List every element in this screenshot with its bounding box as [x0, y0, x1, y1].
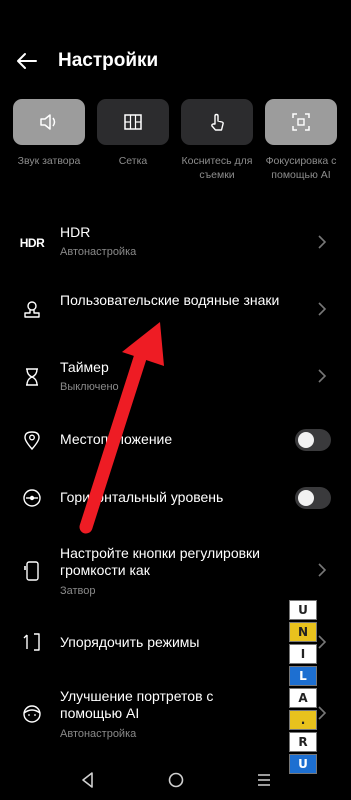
focus-icon [292, 113, 310, 131]
quick-actions: Звук затвора Сетка Коснитесь для съемки … [0, 99, 351, 189]
sort-modes-title: Упорядочить режимы [60, 634, 200, 650]
quick-ai-focus[interactable]: Фокусировка с помощью AI [265, 99, 337, 182]
volume-keys-title: Настройте кнопки регулировки громкости к… [60, 545, 261, 578]
watermark-letter: L [289, 666, 317, 686]
unila-watermark-logo: U N I L A . R U [289, 600, 317, 776]
chevron-right-icon [318, 302, 327, 316]
touch-shoot-button[interactable] [181, 99, 253, 145]
setting-hdr[interactable]: HDR HDR Автонастройка [0, 220, 351, 270]
grid-button[interactable] [97, 99, 169, 145]
chevron-right-icon [318, 635, 327, 649]
chevron-right-icon [318, 369, 327, 383]
level-title: Горизонтальный уровень [60, 489, 224, 505]
hdr-subtitle: Автонастройка [60, 246, 137, 258]
speaker-icon [40, 114, 56, 130]
watermark-letter: . [289, 710, 317, 730]
nav-home-icon[interactable] [166, 770, 186, 790]
hourglass-icon [20, 365, 44, 389]
grid-icon [124, 114, 142, 130]
setting-location: Местоположение [0, 424, 351, 456]
setting-volume-keys[interactable]: Настройте кнопки регулировки громкости к… [0, 543, 351, 601]
chevron-right-icon [318, 563, 327, 577]
quick-touch-shoot[interactable]: Коснитесь для съемки [181, 99, 253, 182]
ai-focus-button[interactable] [265, 99, 337, 145]
watermark-letter: A [289, 688, 317, 708]
watermark-letter: N [289, 622, 317, 642]
setting-watermarks[interactable]: Пользовательские водяные знаки [0, 290, 351, 334]
quick-shutter-sound[interactable]: Звук затвора [13, 99, 85, 168]
hdr-title: HDR [60, 224, 91, 240]
grid-label: Сетка [118, 155, 148, 167]
level-toggle[interactable] [295, 487, 331, 509]
location-pin-icon [20, 428, 44, 452]
ai-focus-label: Фокусировка с помощью AI [265, 155, 337, 181]
hdr-icon: HDR [19, 236, 45, 250]
watermarks-title: Пользовательские водяные знаки [60, 292, 280, 308]
watermark-stamp-icon [20, 298, 44, 322]
setting-level: Горизонтальный уровень [0, 482, 351, 514]
chevron-right-icon [318, 235, 327, 249]
level-icon [20, 486, 44, 510]
location-title: Местоположение [60, 431, 173, 447]
page-title: Настройки [58, 50, 159, 71]
quick-grid[interactable]: Сетка [97, 99, 169, 168]
ai-portrait-subtitle: Автонастройка [60, 728, 137, 740]
watermark-letter: I [289, 644, 317, 664]
system-nav-bar [0, 762, 351, 800]
shutter-sound-button[interactable] [13, 99, 85, 145]
nav-back-icon[interactable] [78, 770, 98, 790]
portrait-face-icon [20, 702, 44, 726]
setting-timer[interactable]: Таймер Выключено [0, 356, 351, 400]
location-toggle[interactable] [295, 429, 331, 451]
header: Настройки [0, 38, 351, 84]
phone-volume-icon [20, 559, 44, 583]
sort-modes-icon [20, 630, 44, 654]
ai-portrait-title: Улучшение портретов с помощью AI [60, 688, 214, 721]
touch-shoot-label: Коснитесь для съемки [181, 155, 253, 181]
back-arrow-icon[interactable] [14, 48, 40, 74]
chevron-right-icon [318, 706, 327, 720]
toggle-knob [298, 432, 314, 448]
nav-menu-icon[interactable] [254, 770, 274, 790]
toggle-knob [298, 490, 314, 506]
watermark-letter: R [289, 732, 317, 752]
shutter-sound-label: Звук затвора [17, 155, 81, 167]
watermark-letter: U [289, 600, 317, 620]
timer-title: Таймер [60, 359, 109, 375]
timer-subtitle: Выключено [60, 381, 119, 393]
volume-keys-subtitle: Затвор [60, 585, 96, 597]
touch-icon [211, 113, 224, 131]
